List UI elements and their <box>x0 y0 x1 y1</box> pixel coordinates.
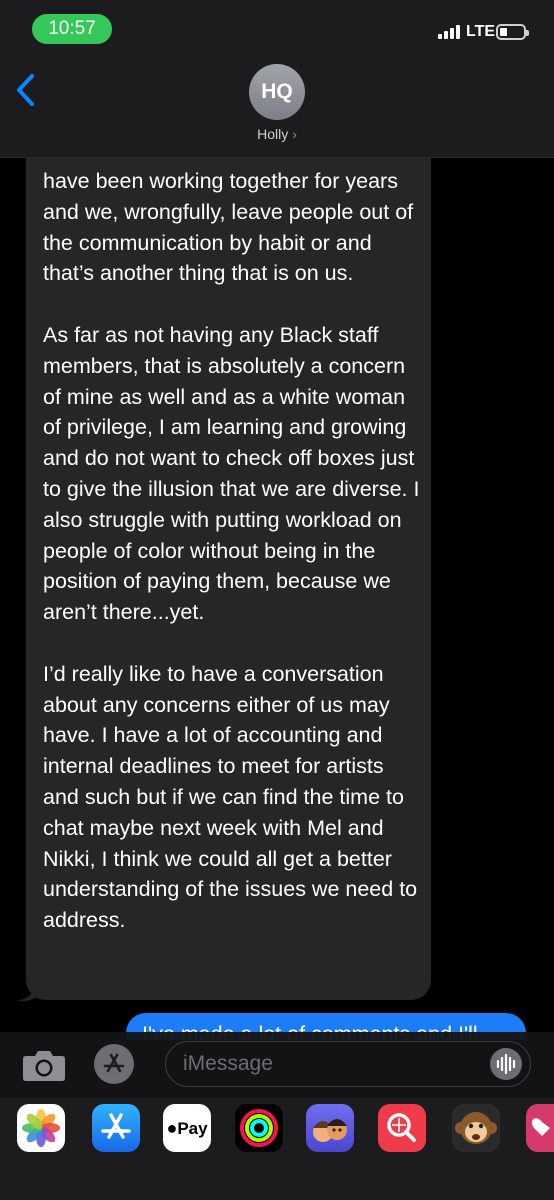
status-time: 10:57 <box>32 14 112 44</box>
bubble-tail <box>16 984 38 1002</box>
status-bar: 10:57 LTE <box>0 0 554 56</box>
message-input-placeholder: iMessage <box>183 1052 273 1075</box>
app-store-icon[interactable] <box>92 1104 140 1152</box>
search-web-icon[interactable] <box>378 1104 426 1152</box>
memoji-icon[interactable] <box>306 1104 354 1152</box>
contact-name: Holly <box>257 126 289 142</box>
message-input[interactable]: iMessage <box>165 1041 531 1087</box>
heart-sticker-icon[interactable] <box>526 1104 554 1152</box>
network-label: LTE <box>466 23 496 40</box>
chevron-left-icon[interactable] <box>12 70 40 110</box>
photos-icon[interactable] <box>17 1104 65 1152</box>
monkey-animoji-icon[interactable] <box>452 1104 500 1152</box>
camera-icon[interactable] <box>22 1050 66 1082</box>
message-thread[interactable]: staff members because some of us have be… <box>0 158 554 1040</box>
cellular-signal-icon <box>438 25 462 39</box>
compose-bar: iMessage <box>0 1032 554 1098</box>
chevron-right-icon: › <box>292 126 297 142</box>
app-store-icon[interactable] <box>94 1044 134 1084</box>
message-text: have been working together for years and… <box>43 166 423 936</box>
battery-icon <box>496 24 529 40</box>
apple-pay-icon[interactable]: ●Pay <box>163 1104 211 1152</box>
message-paragraph: I’d really like to have a conversation a… <box>43 661 418 933</box>
contact-name-button[interactable]: Holly › <box>0 126 554 142</box>
message-paragraph: As far as not having any Black staff mem… <box>43 322 420 625</box>
app-drawer: ●Pay <box>0 1098 554 1200</box>
audio-waveform-icon[interactable] <box>490 1048 522 1080</box>
conversation-header: HQ Holly › <box>0 56 554 158</box>
apple-pay-label: Pay <box>177 1119 208 1138</box>
activity-icon[interactable] <box>235 1104 283 1152</box>
contact-avatar[interactable]: HQ <box>249 64 305 120</box>
message-paragraph: have been working together for years and… <box>43 169 414 286</box>
